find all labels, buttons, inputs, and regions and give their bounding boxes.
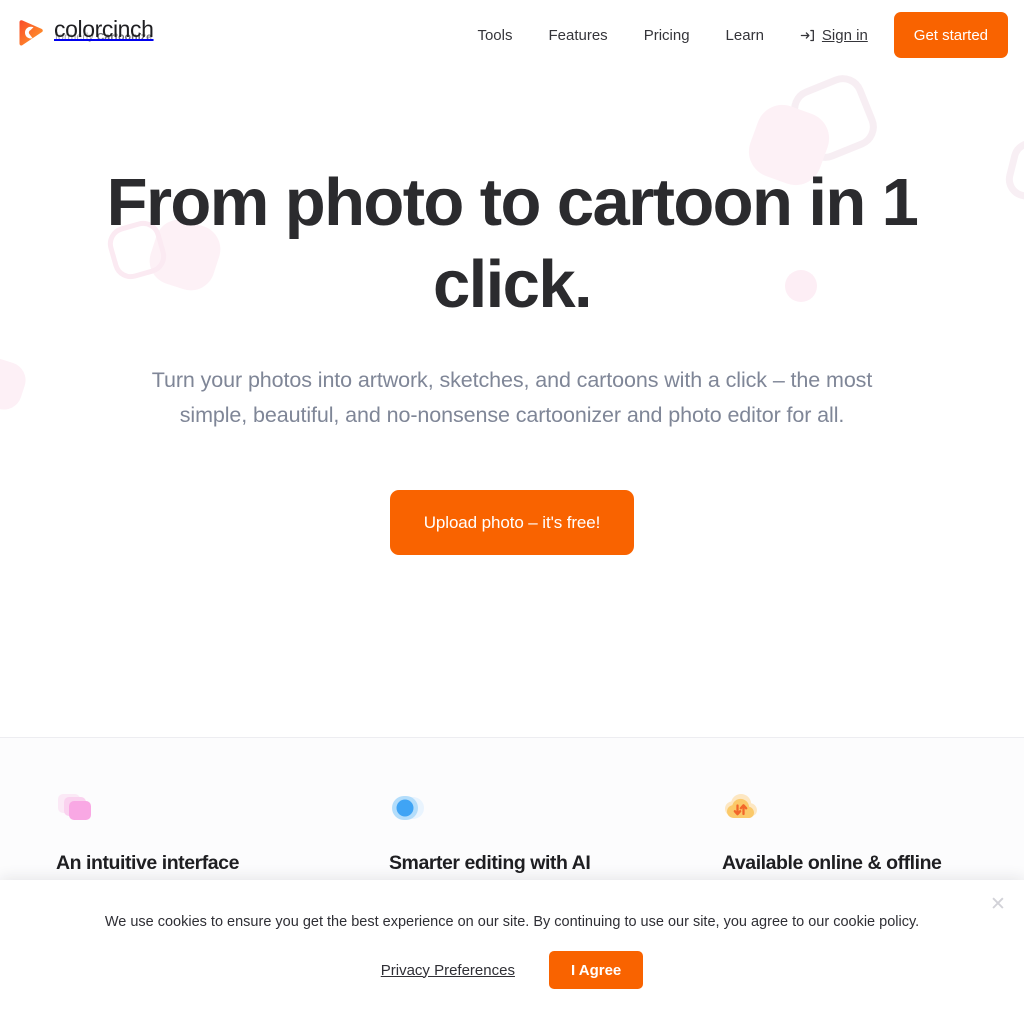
nav-link-tools[interactable]: Tools bbox=[459, 27, 530, 44]
i-agree-button[interactable]: I Agree bbox=[548, 951, 644, 989]
hero-cta-container: Upload photo – it's free! bbox=[0, 490, 1024, 556]
hero-subtitle: Turn your photos into artwork, sketches,… bbox=[151, 368, 873, 428]
toggle-circle-icon bbox=[389, 790, 722, 832]
feature-title: Smarter editing with AI bbox=[389, 852, 591, 874]
sign-in-link[interactable]: Sign in bbox=[782, 27, 882, 44]
feature-card-smarter-editing-ai: Smarter editing with AI bbox=[389, 790, 722, 875]
cookie-actions: Privacy Preferences I Agree bbox=[0, 951, 1024, 989]
logo-link[interactable]: colorcinch bbox=[16, 18, 154, 48]
upload-photo-button[interactable]: Upload photo – it's free! bbox=[389, 490, 635, 556]
close-icon[interactable]: ✕ bbox=[986, 892, 1010, 916]
site-header: colorcinch formerly Cartoonize Tools Fea… bbox=[0, 0, 1024, 70]
nav-link-pricing[interactable]: Pricing bbox=[626, 27, 708, 44]
get-started-button[interactable]: Get started bbox=[893, 12, 1008, 58]
cookie-message: We use cookies to ensure you get the bes… bbox=[104, 914, 920, 930]
nav-link-learn[interactable]: Learn bbox=[708, 27, 782, 44]
feature-title: An intuitive interface bbox=[56, 852, 239, 874]
logo-wordmark: colorcinch bbox=[54, 16, 154, 42]
feature-title: Available online & offline bbox=[722, 852, 942, 874]
privacy-preferences-link[interactable]: Privacy Preferences bbox=[381, 962, 515, 979]
sign-in-label: Sign in bbox=[821, 26, 868, 44]
feature-card-intuitive-interface: An intuitive interface bbox=[56, 790, 389, 875]
colorcinch-c-mark-icon bbox=[16, 18, 46, 48]
features-grid: An intuitive interface Smarter editing w… bbox=[0, 738, 1024, 875]
stacked-layers-icon bbox=[56, 790, 389, 832]
feature-card-online-offline: Available online & offline bbox=[722, 790, 1024, 875]
hero-content: From photo to cartoon in 1 click. Turn y… bbox=[0, 70, 1024, 556]
cloud-sync-icon bbox=[722, 790, 1024, 832]
hero-section: From photo to cartoon in 1 click. Turn y… bbox=[0, 70, 1024, 737]
sign-in-arrow-icon bbox=[800, 28, 815, 43]
cookie-consent-banner: We use cookies to ensure you get the bes… bbox=[0, 880, 1024, 1024]
hero-title: From photo to cartoon in 1 click. bbox=[106, 165, 919, 322]
nav-link-features[interactable]: Features bbox=[530, 27, 625, 44]
primary-navigation: Tools Features Pricing Learn Sign in Get… bbox=[459, 0, 1008, 70]
